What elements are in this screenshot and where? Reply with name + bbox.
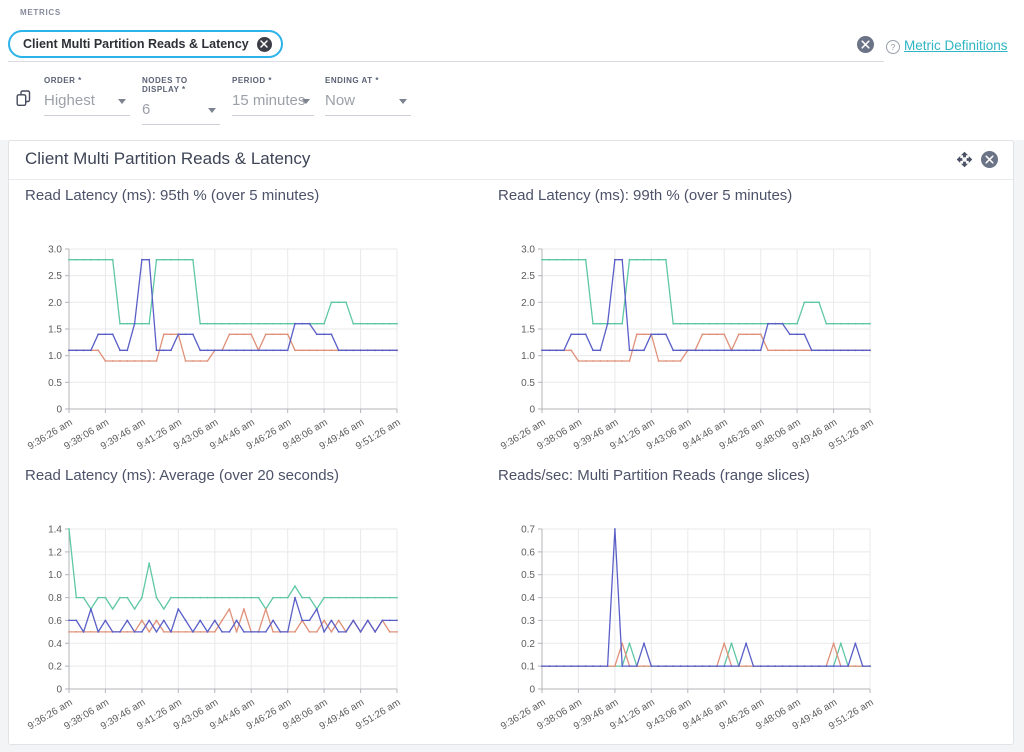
svg-text:3.0: 3.0: [521, 245, 535, 256]
metric-chip[interactable]: Client Multi Partition Reads & Latency: [8, 30, 283, 58]
order-value: Highest: [44, 92, 130, 116]
svg-text:0.3: 0.3: [521, 616, 535, 627]
chart-read-latency-average: 9:36:26 am9:38:06 am9:39:46 am9:41:26 am…: [25, 517, 485, 743]
metrics-section-label: METRICS: [20, 8, 61, 17]
svg-text:1.4: 1.4: [48, 525, 62, 536]
metric-definitions-link[interactable]: Metric Definitions: [904, 38, 1008, 53]
chart-title-read-latency-average: Read Latency (ms): Average (over 20 seco…: [25, 467, 339, 484]
svg-text:0.8: 0.8: [48, 593, 62, 604]
svg-text:0.1: 0.1: [521, 662, 535, 673]
period-select[interactable]: PERIOD * 15 minutes: [232, 76, 314, 116]
order-label: ORDER *: [44, 76, 130, 85]
copy-icon[interactable]: [16, 90, 31, 107]
svg-text:0.5: 0.5: [48, 378, 62, 389]
ending-at-label: ENDING AT *: [325, 76, 411, 85]
metrics-dashboard-page: METRICS Client Multi Partition Reads & L…: [0, 0, 1024, 752]
chart-read-latency-95th: 9:36:26 am9:38:06 am9:39:46 am9:41:26 am…: [25, 237, 485, 463]
svg-text:0.6: 0.6: [48, 616, 62, 627]
svg-text:0.5: 0.5: [521, 570, 535, 581]
chart-title-read-latency-99th: Read Latency (ms): 99th % (over 5 minute…: [498, 187, 792, 204]
svg-text:3.0: 3.0: [48, 245, 62, 256]
metric-chip-label: Client Multi Partition Reads & Latency: [23, 37, 249, 51]
svg-text:0: 0: [529, 405, 535, 416]
svg-text:1.5: 1.5: [48, 325, 62, 336]
move-handle-icon[interactable]: [956, 151, 973, 168]
svg-text:1.0: 1.0: [48, 351, 62, 362]
svg-text:0.2: 0.2: [48, 662, 62, 673]
period-label: PERIOD *: [232, 76, 314, 85]
svg-text:2.0: 2.0: [521, 298, 535, 309]
metric-card-header: Client Multi Partition Reads & Latency: [9, 141, 1013, 180]
chart-title-reads-per-sec: Reads/sec: Multi Partition Reads (range …: [498, 467, 810, 484]
chart-title-read-latency-95th: Read Latency (ms): 95th % (over 5 minute…: [25, 187, 319, 204]
svg-text:0: 0: [56, 685, 62, 696]
chevron-down-icon: [399, 99, 407, 104]
svg-text:1.0: 1.0: [521, 351, 535, 362]
chevron-down-icon: [118, 99, 126, 104]
svg-text:1.2: 1.2: [48, 547, 62, 558]
svg-text:1.5: 1.5: [521, 325, 535, 336]
clear-metrics-icon[interactable]: [857, 36, 874, 53]
period-value: 15 minutes: [232, 92, 314, 116]
nodes-value: 6: [142, 101, 220, 125]
svg-text:1.0: 1.0: [48, 570, 62, 581]
chevron-down-icon: [208, 108, 216, 113]
chip-remove-icon[interactable]: [257, 37, 272, 52]
nodes-label: NODES TO DISPLAY *: [142, 76, 220, 94]
svg-text:0.5: 0.5: [521, 378, 535, 389]
help-glyph: ?: [891, 43, 895, 52]
svg-text:0.6: 0.6: [521, 547, 535, 558]
nodes-to-display-select[interactable]: NODES TO DISPLAY * 6: [142, 76, 220, 125]
svg-text:2.5: 2.5: [521, 271, 535, 282]
order-select[interactable]: ORDER * Highest: [44, 76, 130, 116]
svg-text:2.0: 2.0: [48, 298, 62, 309]
metrics-input-underline: [8, 61, 884, 62]
svg-text:0.4: 0.4: [521, 593, 535, 604]
metric-card: Client Multi Partition Reads & Latency R…: [8, 140, 1014, 745]
card-title: Client Multi Partition Reads & Latency: [25, 149, 310, 169]
chart-read-latency-99th: 9:36:26 am9:38:06 am9:39:46 am9:41:26 am…: [498, 237, 958, 463]
svg-text:2.5: 2.5: [48, 271, 62, 282]
svg-text:0.7: 0.7: [521, 525, 535, 536]
svg-text:0: 0: [529, 685, 535, 696]
svg-text:0.4: 0.4: [48, 639, 62, 650]
help-icon[interactable]: ?: [886, 40, 900, 54]
svg-text:0: 0: [56, 405, 62, 416]
chevron-down-icon: [302, 99, 310, 104]
metrics-filter-panel: METRICS Client Multi Partition Reads & L…: [0, 0, 1024, 140]
close-card-icon[interactable]: [981, 151, 998, 168]
ending-at-select[interactable]: ENDING AT * Now: [325, 76, 411, 116]
ending-at-value: Now: [325, 92, 411, 116]
svg-text:0.2: 0.2: [521, 639, 535, 650]
chart-reads-per-sec: 9:36:26 am9:38:06 am9:39:46 am9:41:26 am…: [498, 517, 958, 743]
